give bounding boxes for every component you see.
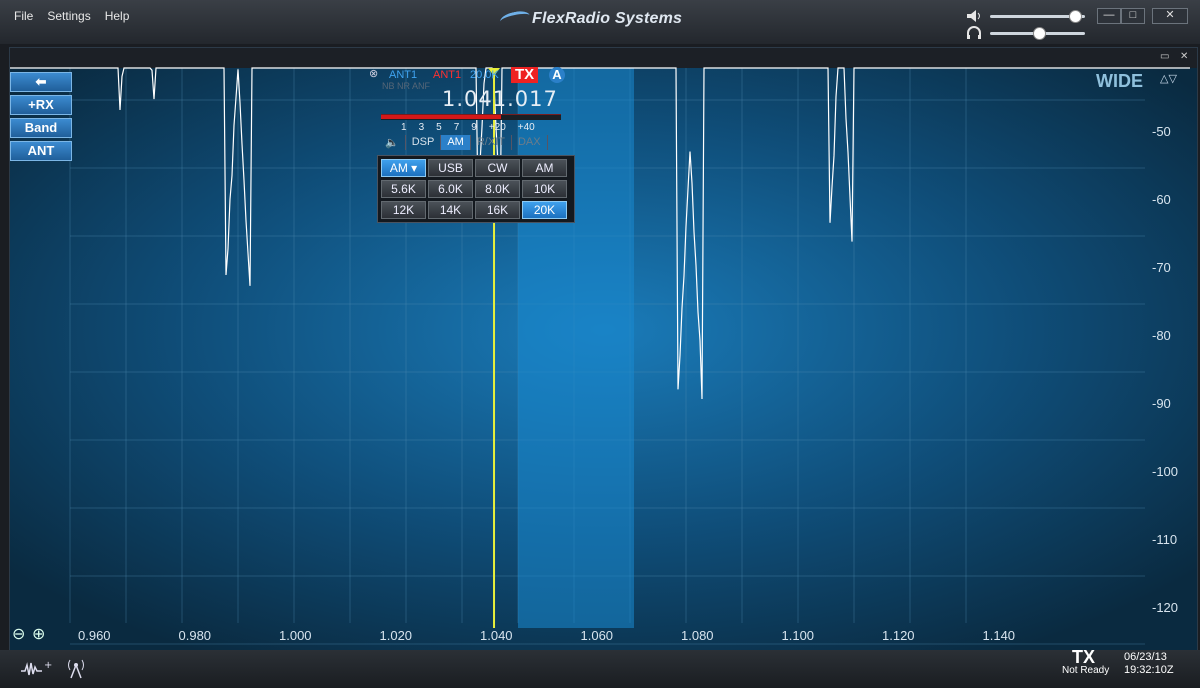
tx-badge[interactable]: TX	[511, 67, 539, 83]
mode-button[interactable]: USB	[428, 159, 473, 177]
slice-close-icon[interactable]: ⊗	[369, 67, 378, 80]
tab-dsp[interactable]: DSP	[406, 135, 442, 150]
zoom-out-icon[interactable]: ⊖	[12, 624, 25, 644]
slice-speaker-icon[interactable]: 🔈	[379, 135, 406, 150]
mode-filter-panel: AM ▾ USB CW AM 5.6K 6.0K 8.0K 10K 12K 14K 16K 20K	[377, 155, 575, 223]
filter-button[interactable]: 6.0K	[428, 180, 473, 198]
s-scale-tick: 5	[436, 122, 442, 133]
frequency-tick-label: 1.000	[279, 628, 312, 643]
frequency-tick-label: 1.140	[982, 628, 1016, 643]
zoom-in-icon[interactable]: ⊕	[32, 624, 45, 644]
add-rx-button[interactable]: +RX	[10, 95, 72, 115]
status-bar: +	[0, 650, 1200, 688]
filter-button[interactable]: 8.0K	[475, 180, 520, 198]
s-scale-tick: +20	[488, 122, 506, 133]
tx-antenna[interactable]: ANT1	[433, 69, 461, 81]
frequency-tick-label: 1.020	[379, 628, 413, 643]
frequency-tick-label: 0.980	[178, 628, 212, 643]
close-button[interactable]: ✕	[1152, 8, 1188, 24]
frequency-tick-label: 1.040	[480, 628, 513, 643]
logo-swoosh-icon	[498, 9, 532, 29]
rx-antenna[interactable]: ANT1	[389, 69, 417, 81]
nb-nr-anf-row[interactable]: NB NR ANF	[382, 81, 430, 91]
s-meter-scale: 1 3 5 7 9 +20 +40	[401, 122, 535, 133]
s-scale-tick: 9	[471, 122, 477, 133]
status-date: 06/23/13	[1124, 651, 1167, 663]
dbm-tick-label: -90	[1152, 396, 1171, 411]
menu-settings[interactable]: Settings	[47, 9, 90, 23]
dbm-tick-label: -110	[1152, 532, 1178, 547]
minimize-button[interactable]: —	[1097, 8, 1121, 24]
wide-arrows-icon[interactable]: △▽	[1160, 72, 1177, 85]
status-time: 19:32:10Z	[1124, 664, 1174, 676]
ant-button[interactable]: ANT	[10, 141, 72, 161]
slice-tabs: 🔈 DSP AM R/XIT DAX	[379, 135, 548, 150]
filter-button[interactable]: 10K	[522, 180, 567, 198]
svg-text:+: +	[44, 660, 52, 671]
filter-button[interactable]: 16K	[475, 201, 520, 219]
filter-button[interactable]: 14K	[428, 201, 473, 219]
wide-label: WIDE	[1096, 71, 1143, 91]
title-bar: File Settings Help FlexRadio Systems — □…	[0, 0, 1200, 44]
frequency-tick-label: 1.120	[882, 628, 915, 643]
speaker-icon[interactable]	[966, 9, 982, 23]
speaker-volume-knob[interactable]	[1068, 10, 1082, 23]
dbm-tick-label: -70	[1152, 260, 1171, 275]
s-scale-tick: 1	[401, 122, 407, 133]
tx-status-state: Not Ready	[1062, 665, 1110, 676]
headphones-icon[interactable]	[966, 26, 982, 40]
maximize-button[interactable]: □	[1121, 8, 1145, 24]
slice-frequency[interactable]: 1.041.017	[442, 87, 558, 111]
mode-button[interactable]: CW	[475, 159, 520, 177]
tab-rxit[interactable]: R/XIT	[471, 135, 512, 150]
frequency-tick-label: 1.080	[681, 628, 714, 643]
s-scale-tick: 7	[453, 122, 460, 133]
s-scale-tick: 3	[418, 122, 425, 133]
menu-help[interactable]: Help	[105, 9, 130, 23]
tab-dax[interactable]: DAX	[512, 135, 548, 150]
menu-bar: File Settings Help	[14, 9, 129, 23]
filter-button[interactable]: 5.6K	[381, 180, 426, 198]
s-scale-tick: +40	[517, 122, 535, 133]
frequency-tick-label: 0.960	[78, 628, 111, 643]
antenna-icon[interactable]	[64, 656, 88, 680]
dbm-tick-label: -50	[1152, 124, 1171, 139]
dbm-tick-label: -60	[1152, 192, 1171, 207]
band-button[interactable]: Band	[10, 118, 72, 138]
filter-button[interactable]: 20K	[522, 201, 567, 219]
dbm-tick-label: -80	[1152, 328, 1171, 343]
dbm-tick-label: -120	[1152, 600, 1179, 615]
filter-button[interactable]: 12K	[381, 201, 426, 219]
slice-flag[interactable]: ⊗ ANT1 ANT1 20.0K TX A NB NR ANF 1.041.0…	[367, 67, 575, 223]
slice-letter-badge[interactable]: A	[549, 67, 565, 83]
headphone-volume-knob[interactable]	[1032, 27, 1046, 40]
back-button[interactable]: ⬅	[10, 72, 72, 92]
brand-name: FlexRadio Systems	[532, 10, 683, 27]
mode-button[interactable]: AM	[522, 159, 567, 177]
frequency-tick-label: 1.060	[580, 628, 614, 643]
filter-width: 20.0K	[470, 69, 499, 81]
s-meter	[381, 114, 561, 120]
dbm-tick-label: -100	[1152, 464, 1179, 479]
frequency-tick-label: 1.100	[781, 628, 815, 643]
brand-logo: FlexRadio Systems	[498, 9, 683, 29]
spectrum-display[interactable]	[10, 48, 1197, 650]
mode-button[interactable]: AM ▾	[381, 159, 426, 177]
menu-file[interactable]: File	[14, 9, 33, 23]
tab-mode[interactable]: AM	[441, 135, 471, 150]
waveform-add-icon[interactable]: +	[20, 659, 56, 679]
panadapter[interactable]: ▭ ✕ ⬅ +RX Band ANT WIDE △▽ -50 -60 -70 -80-…	[9, 47, 1198, 651]
